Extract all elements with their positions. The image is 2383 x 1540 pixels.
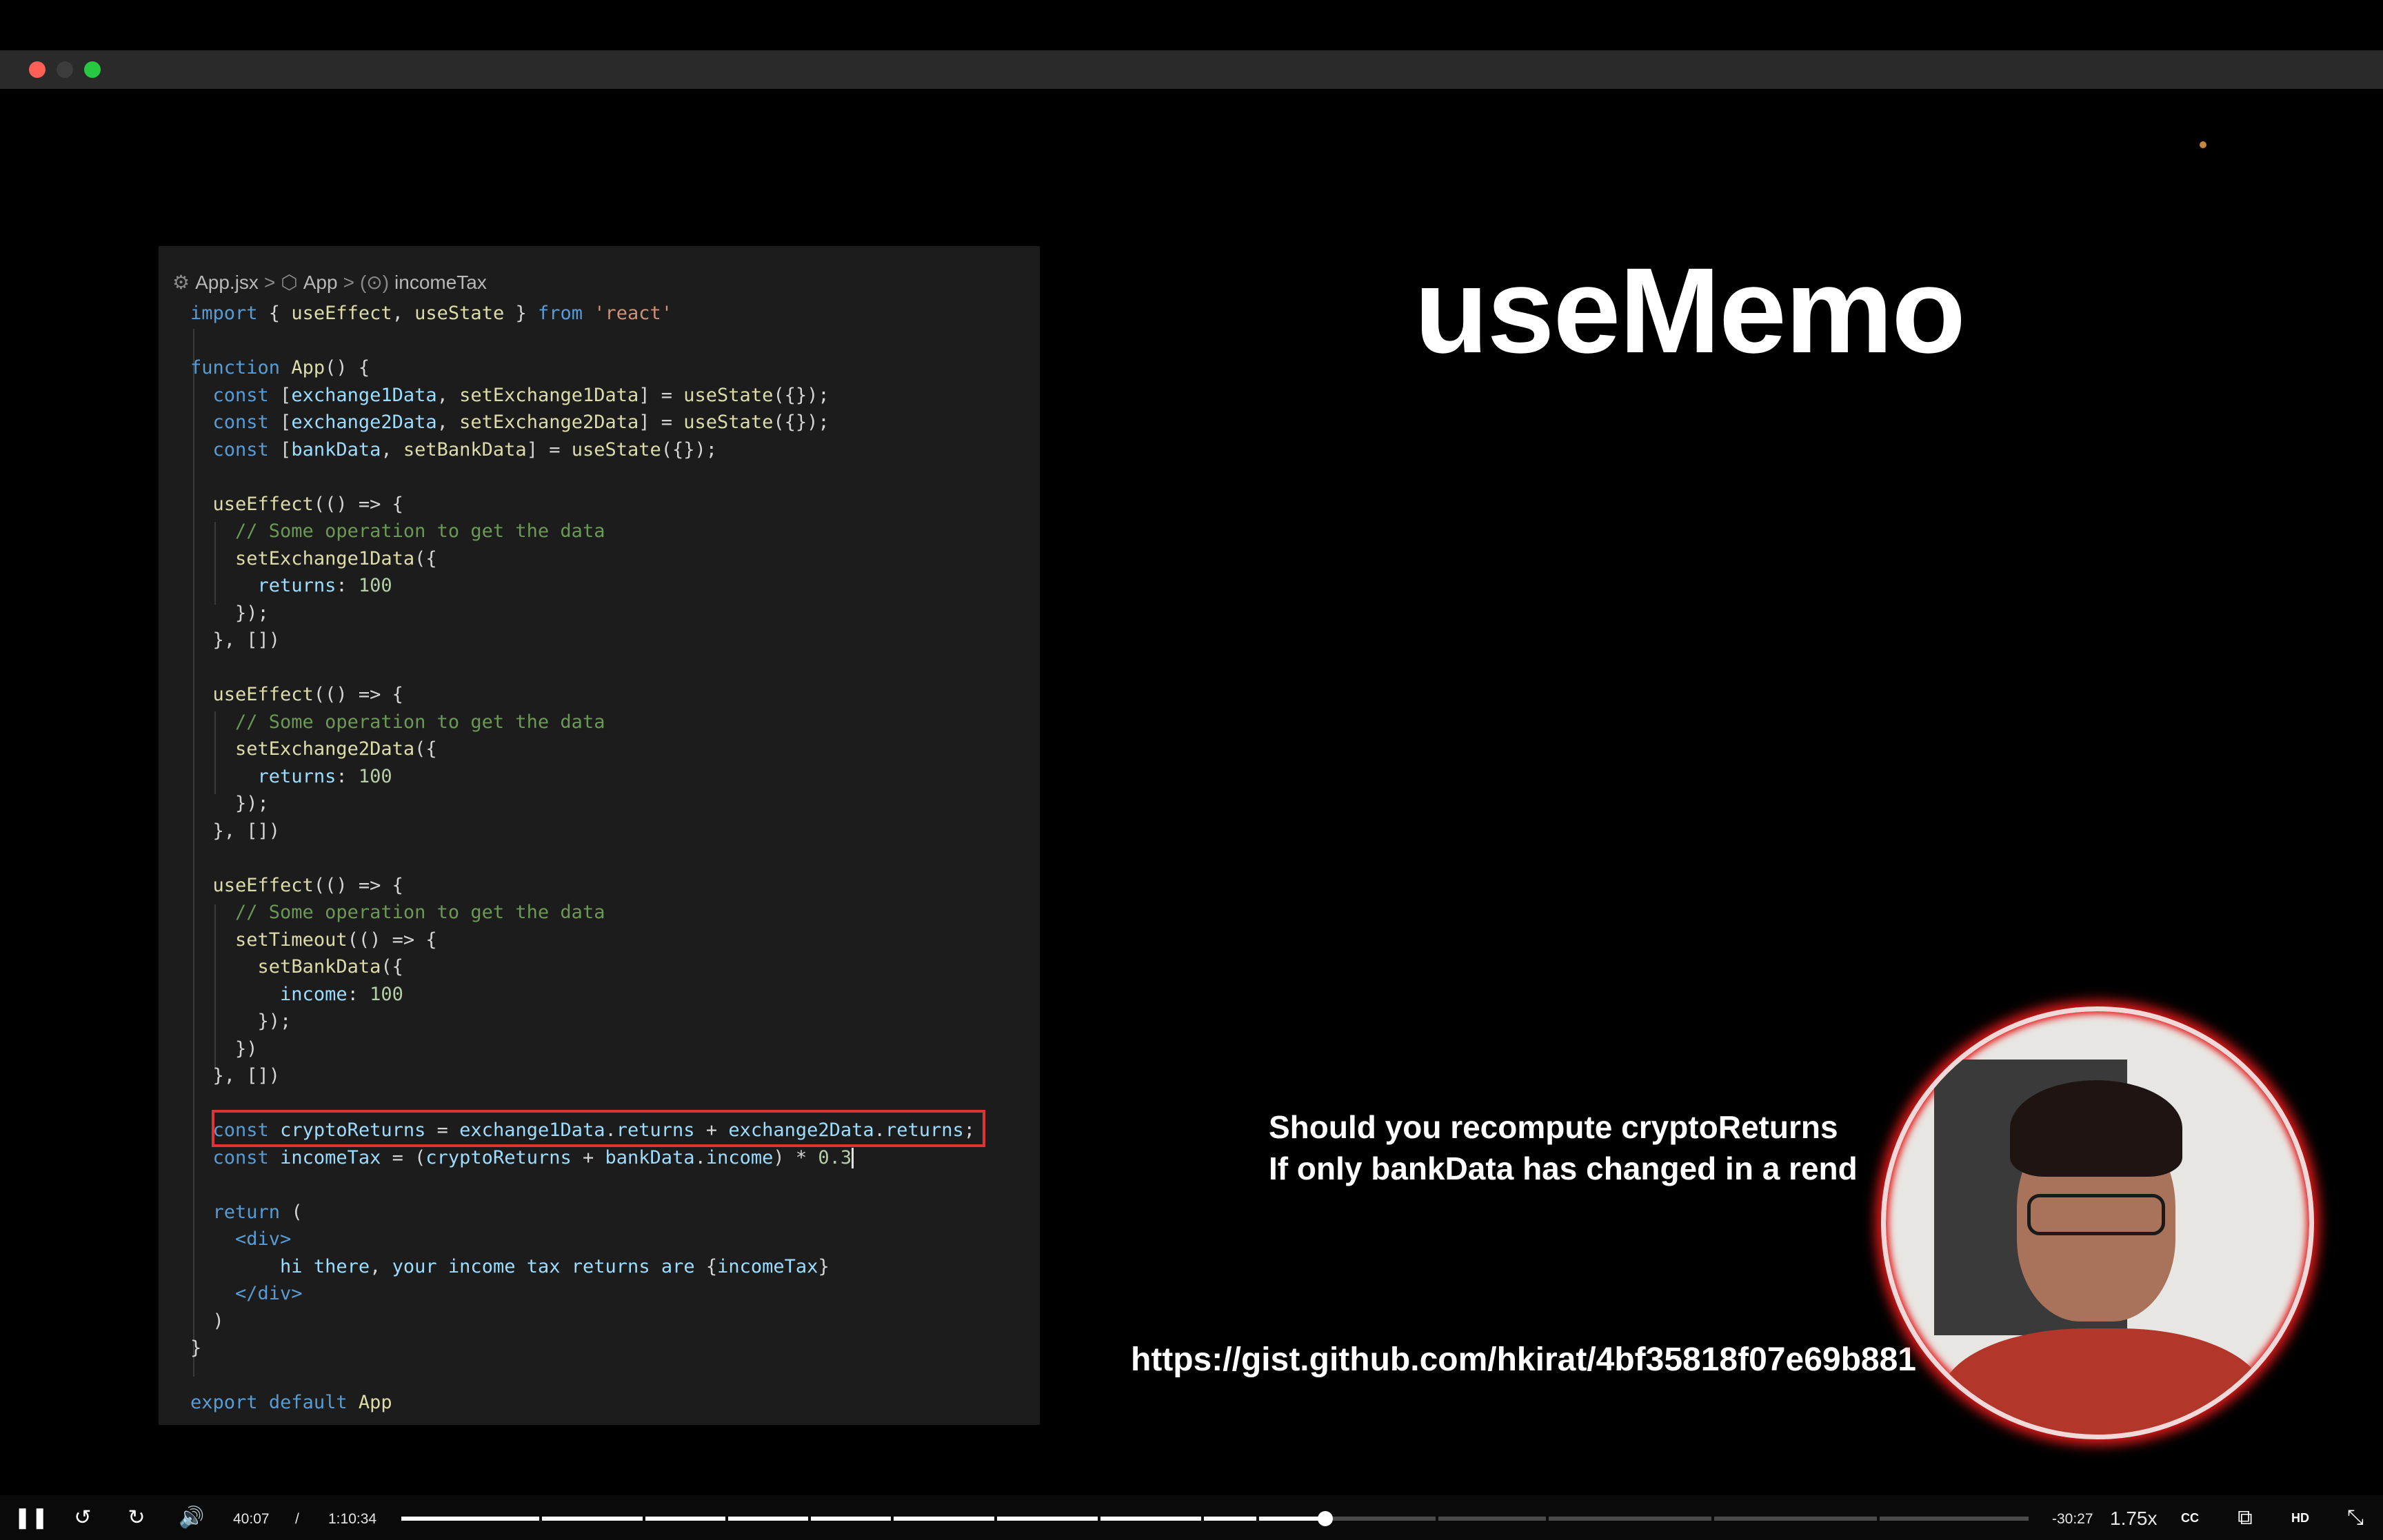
code-line: setExchange2Data({ — [235, 738, 437, 760]
chevron-right-icon: > — [263, 272, 276, 293]
chapter-divider — [1256, 1516, 1259, 1521]
recording-dot — [2200, 141, 2206, 148]
code-line: // Some operation to get the data — [190, 711, 605, 733]
pip-icon[interactable]: ⧉ — [2231, 1504, 2259, 1532]
gist-link[interactable]: https://gist.github.com/hkirat/4bf35818f… — [1131, 1341, 1916, 1379]
slide-title: useMemo — [1414, 243, 1966, 378]
presenter-hair — [2010, 1080, 2182, 1177]
variable-icon: (⊙) — [359, 272, 390, 293]
forward-icon[interactable]: ↻ — [123, 1504, 150, 1532]
duration: 1:10:34 — [328, 1511, 377, 1527]
code-line: setBankData({ — [257, 956, 403, 977]
code-line: }); — [190, 1011, 292, 1032]
presenter-glasses — [2027, 1194, 2165, 1235]
code-line: const [exchange2Data, setExchange2Data] … — [212, 412, 829, 433]
text-cursor — [852, 1148, 854, 1168]
chapter-divider — [1098, 1516, 1100, 1521]
chapter-divider — [994, 1516, 997, 1521]
chapter-divider — [1711, 1516, 1714, 1521]
code-line: const [bankData, setBankData] = useState… — [212, 438, 718, 460]
chapter-divider — [891, 1516, 894, 1521]
chapter-divider — [539, 1516, 542, 1521]
component-icon: ⬡ — [281, 272, 298, 293]
code-line: useEffect(() => { — [212, 874, 403, 896]
code-line: hi there, your income tax returns are {i… — [280, 1255, 829, 1277]
code-line: }) — [190, 1037, 258, 1060]
presenter-shirt — [1941, 1328, 2265, 1435]
code-line: }, []) — [190, 820, 281, 842]
chapter-divider — [725, 1516, 728, 1521]
chapter-divider — [1436, 1516, 1438, 1521]
code-line: returns: 100 — [257, 765, 392, 787]
slide-note: Should you recompute cryptoReturns If on… — [1269, 1106, 1858, 1189]
slide-note-line2: If only bankData has changed in a rend — [1269, 1151, 1858, 1186]
code-line: setTimeout(() => { — [235, 929, 437, 951]
time-separator: / — [295, 1511, 299, 1527]
chevron-right-icon: > — [343, 272, 354, 293]
minimize-window-button[interactable] — [57, 61, 73, 78]
code-line: }, []) — [190, 629, 281, 651]
code-line: return ( — [212, 1201, 303, 1223]
code-line: import { useEffect, useState } from 'rea… — [190, 303, 673, 324]
code-line: const [exchange1Data, setExchange1Data] … — [212, 384, 829, 406]
playback-speed[interactable]: 1.75x — [2110, 1508, 2158, 1530]
breadcrumb-component: App — [303, 272, 338, 293]
hd-icon[interactable]: HD — [2286, 1504, 2314, 1532]
breadcrumb: ⚙ App.jsx > ⬡ App > (⊙) incomeTax — [172, 271, 487, 294]
remaining-time: -30:27 — [2052, 1511, 2093, 1527]
code-line: const incomeTax = (cryptoReturns + bankD… — [190, 1144, 975, 1172]
captions-icon[interactable]: CC — [2176, 1504, 2204, 1532]
code-line: // Some operation to get the data — [190, 902, 605, 923]
chapter-divider — [1201, 1516, 1204, 1521]
code-line: income: 100 — [280, 983, 403, 1005]
code-line: }, []) — [190, 1065, 281, 1086]
code-line: </div> — [235, 1283, 303, 1304]
code-line: }); — [190, 602, 269, 624]
code-line: setExchange1Data({ — [235, 547, 437, 569]
chapter-divider — [808, 1516, 811, 1521]
code-line: <div> — [235, 1228, 292, 1250]
breadcrumb-symbol: incomeTax — [394, 272, 487, 293]
highlight-box — [212, 1110, 985, 1147]
pause-icon[interactable]: ❚❚ — [14, 1504, 48, 1532]
code-line: useEffect(() => { — [212, 493, 403, 515]
webcam-overlay — [1881, 1006, 2314, 1439]
code-line: returns: 100 — [257, 575, 392, 596]
chapter-divider — [1877, 1516, 1880, 1521]
code-line: // Some operation to get the data — [190, 520, 605, 542]
code-line: function App() { — [190, 357, 370, 378]
code-line: export default App — [190, 1392, 392, 1413]
current-time: 40:07 — [233, 1511, 270, 1527]
progress-scrubber[interactable] — [1318, 1511, 1333, 1526]
code-line: ) — [190, 1310, 224, 1332]
rewind-icon[interactable]: ↺ — [69, 1504, 97, 1532]
exit-fullscreen-icon[interactable]: ⤡ — [2342, 1504, 2369, 1532]
react-file-icon: ⚙ — [172, 272, 190, 293]
chapter-divider — [1546, 1516, 1549, 1521]
volume-icon[interactable]: 🔊 — [178, 1504, 205, 1532]
breadcrumb-file: App.jsx — [195, 272, 259, 293]
slide-note-line1: Should you recompute cryptoReturns — [1269, 1109, 1838, 1145]
code-line: useEffect(() => { — [212, 684, 403, 705]
maximize-window-button[interactable] — [84, 61, 101, 78]
close-window-button[interactable] — [29, 61, 46, 78]
code-line: } — [190, 1337, 202, 1359]
code-lines: import { useEffect, useState } from 'rea… — [190, 300, 975, 1417]
code-line: }); — [190, 793, 269, 814]
chapter-divider — [643, 1516, 645, 1521]
window-titlebar — [0, 50, 2383, 89]
code-editor: ⚙ App.jsx > ⬡ App > (⊙) incomeTax import { useE… — [159, 246, 1040, 1425]
